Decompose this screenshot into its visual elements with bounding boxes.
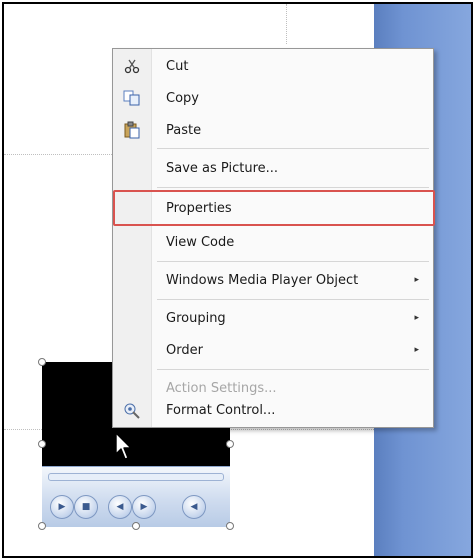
menu-separator bbox=[157, 299, 429, 300]
dotted-guide-vertical bbox=[286, 4, 287, 44]
seek-bar[interactable] bbox=[48, 473, 224, 481]
menu-item-label: Copy bbox=[166, 90, 199, 106]
selection-handle[interactable] bbox=[132, 522, 140, 530]
context-menu: Cut Copy Paste Save as Picture... Proper… bbox=[112, 48, 434, 428]
paste-icon bbox=[121, 119, 143, 141]
selection-handle[interactable] bbox=[38, 522, 46, 530]
submenu-arrow-icon: ▸ bbox=[414, 313, 419, 323]
menu-item-grouping[interactable]: Grouping ▸ bbox=[113, 303, 433, 333]
menu-item-label: Format Control... bbox=[166, 402, 276, 418]
scissors-icon bbox=[121, 55, 143, 77]
next-button[interactable]: ▶ bbox=[132, 495, 156, 519]
menu-item-cut[interactable]: Cut bbox=[113, 51, 433, 81]
play-icon: ▶ bbox=[58, 502, 66, 512]
menu-item-label: Save as Picture... bbox=[166, 160, 279, 176]
stop-button[interactable]: ■ bbox=[74, 495, 98, 519]
menu-item-format-control[interactable]: Format Control... bbox=[113, 395, 433, 425]
menu-item-paste[interactable]: Paste bbox=[113, 115, 433, 145]
menu-item-windows-media-player-object[interactable]: Windows Media Player Object ▸ bbox=[113, 265, 433, 295]
previous-button[interactable]: ◀ bbox=[108, 495, 132, 519]
speaker-icon: ◀ bbox=[190, 502, 198, 512]
stop-icon: ■ bbox=[81, 502, 91, 512]
mute-button[interactable]: ◀ bbox=[182, 495, 206, 519]
submenu-arrow-icon: ▸ bbox=[414, 345, 419, 355]
menu-item-label: Action Settings... bbox=[166, 380, 277, 396]
submenu-arrow-icon: ▸ bbox=[414, 275, 419, 285]
copy-icon bbox=[121, 87, 143, 109]
menu-item-save-as-picture[interactable]: Save as Picture... bbox=[113, 153, 433, 183]
menu-item-label: Order bbox=[166, 342, 203, 358]
mouse-pointer-icon bbox=[115, 432, 132, 460]
menu-item-label: Cut bbox=[166, 58, 189, 74]
menu-item-copy[interactable]: Copy bbox=[113, 83, 433, 113]
properties-highlight-box bbox=[113, 190, 435, 226]
menu-separator bbox=[157, 187, 429, 188]
menu-item-order[interactable]: Order ▸ bbox=[113, 335, 433, 365]
menu-item-view-code[interactable]: View Code bbox=[113, 227, 433, 257]
menu-separator bbox=[157, 369, 429, 370]
menu-separator bbox=[157, 261, 429, 262]
selection-handle[interactable] bbox=[226, 522, 234, 530]
selection-handle[interactable] bbox=[226, 440, 234, 448]
media-player-controls[interactable]: ▶ ■ ◀ ▶ ◀ bbox=[42, 466, 230, 527]
selection-handle[interactable] bbox=[38, 358, 46, 366]
selection-handle[interactable] bbox=[38, 440, 46, 448]
play-button[interactable]: ▶ bbox=[50, 495, 74, 519]
menu-item-label: Grouping bbox=[166, 310, 226, 326]
menu-item-label: View Code bbox=[166, 234, 235, 250]
menu-item-label: Paste bbox=[166, 122, 202, 138]
next-icon: ▶ bbox=[140, 502, 148, 512]
menu-separator bbox=[157, 148, 429, 149]
previous-icon: ◀ bbox=[116, 502, 124, 512]
menu-item-label: Windows Media Player Object bbox=[166, 272, 359, 288]
dotted-guide-horizontal bbox=[4, 154, 116, 155]
format-control-icon bbox=[121, 399, 143, 421]
